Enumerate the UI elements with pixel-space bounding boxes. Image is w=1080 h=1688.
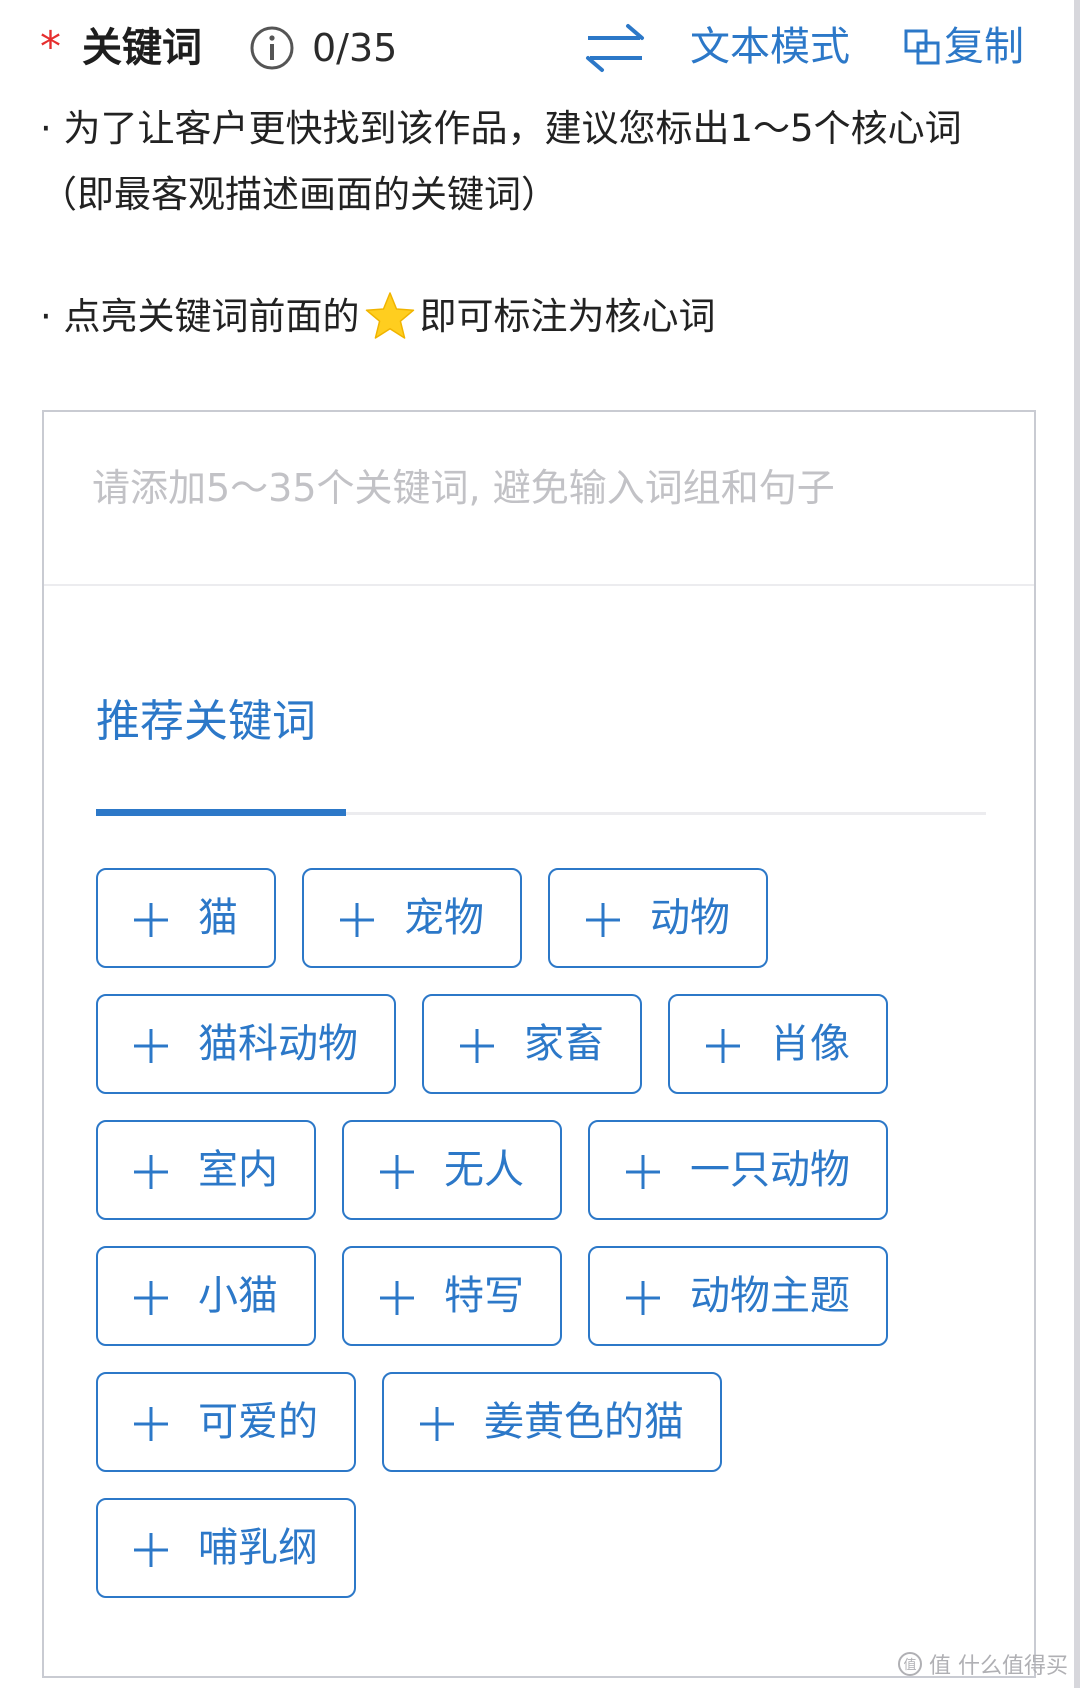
keyword-tag-label: 宠物: [404, 895, 484, 941]
required-mark: *: [40, 22, 61, 71]
keyword-tag-button[interactable]: 室内: [96, 1120, 316, 1220]
keyword-tag-label: 肖像: [770, 1021, 850, 1067]
copy-icon: [902, 27, 942, 67]
watermark: 值 值 什么值得买: [897, 1648, 1068, 1680]
watermark-text: 值 什么值得买: [929, 1654, 1068, 1679]
plus-icon: [420, 1405, 454, 1441]
plus-icon: [460, 1027, 494, 1063]
plus-icon: [134, 1027, 168, 1063]
keyword-tag-button[interactable]: 猫: [96, 868, 276, 968]
site-logo-icon: 值: [897, 1651, 923, 1677]
keyword-tag-button[interactable]: 姜黄色的猫: [382, 1372, 722, 1472]
plus-icon: [134, 1279, 168, 1315]
keyword-tag-label: 猫科动物: [198, 1021, 358, 1067]
keyword-tag-button[interactable]: 肖像: [668, 994, 888, 1094]
star-tip-after: 即可标注为核心词: [419, 295, 716, 338]
keyword-tag-button[interactable]: 宠物: [302, 868, 522, 968]
keyword-tag-label: 可爱的: [198, 1399, 318, 1445]
copy-label: 复制: [944, 24, 1024, 70]
copy-button[interactable]: 复制: [902, 20, 1024, 74]
keyword-tag-button[interactable]: 动物: [548, 868, 768, 968]
keyword-tag-button[interactable]: 特写: [342, 1246, 562, 1346]
keyword-tag-button[interactable]: 可爱的: [96, 1372, 356, 1472]
keyword-tag-label: 动物: [650, 895, 730, 941]
keyword-tag-label: 无人: [444, 1147, 524, 1193]
keyword-tag-label: 小猫: [198, 1273, 278, 1319]
keyword-tag-button[interactable]: 哺乳纲: [96, 1498, 356, 1598]
keyword-tag-button[interactable]: 家畜: [422, 994, 642, 1094]
keyword-tag-button[interactable]: 小猫: [96, 1246, 316, 1346]
core-keyword-tip: · 为了让客户更快找到该作品，建议您标出1～5个核心词（即最客观描述画面的关键词…: [40, 107, 962, 216]
keyword-input[interactable]: [92, 452, 992, 524]
info-circle-icon[interactable]: [248, 24, 296, 72]
plus-icon: [340, 901, 374, 937]
keyword-tag-label: 家畜: [524, 1021, 604, 1067]
plus-icon: [134, 901, 168, 937]
keyword-tag-label: 猫: [198, 895, 238, 941]
tab-active-indicator: [96, 809, 346, 816]
keyword-tag-label: 姜黄色的猫: [484, 1399, 684, 1445]
plus-icon: [626, 1279, 660, 1315]
keyword-tag-button[interactable]: 一只动物: [588, 1120, 888, 1220]
star-tip: · 点亮关键词前面的 即可标注为核心词: [40, 284, 1000, 350]
plus-icon: [626, 1153, 660, 1189]
keyword-count: 0/35: [312, 26, 398, 70]
keyword-tag-label: 室内: [198, 1147, 278, 1193]
plus-icon: [134, 1531, 168, 1567]
star-icon: [362, 289, 418, 345]
keyword-panel: 推荐关键词 猫 宠物 动物猫科动物 家畜 肖像室内 无人 一只动物小猫 特写 动物主题可爱的 姜黄…: [42, 410, 1036, 1678]
keyword-tag-button[interactable]: 动物主题: [588, 1246, 888, 1346]
keyword-tag-button[interactable]: 猫科动物: [96, 994, 396, 1094]
plus-icon: [586, 901, 620, 937]
plus-icon: [380, 1153, 414, 1189]
star-tip-before: · 点亮关键词前面的: [40, 295, 360, 338]
keyword-tag-label: 特写: [444, 1273, 524, 1319]
swap-arrows-icon[interactable]: [584, 20, 646, 76]
keyword-title: 关键词: [82, 25, 202, 71]
keyword-tag-label: 一只动物: [690, 1147, 850, 1193]
plus-icon: [380, 1279, 414, 1315]
keyword-header: * 关键词 0/35 文本模式 复制: [40, 16, 1040, 80]
keyword-tag-button[interactable]: 无人: [342, 1120, 562, 1220]
keyword-editor-page: * 关键词 0/35 文本模式 复制 · 为了让客户更快找到该作品，建议您标出1…: [0, 0, 1080, 1688]
text-mode-link[interactable]: 文本模式: [690, 20, 850, 74]
plus-icon: [134, 1405, 168, 1441]
recommended-tag-list: 猫 宠物 动物猫科动物 家畜 肖像室内 无人 一只动物小猫 特写 动物主题可爱的 姜黄色的猫哺乳纲: [96, 868, 986, 1598]
keyword-tag-label: 哺乳纲: [198, 1525, 318, 1571]
svg-text:值: 值: [903, 1657, 916, 1673]
keyword-tag-label: 动物主题: [690, 1273, 850, 1319]
plus-icon: [706, 1027, 740, 1063]
scrollbar-track: [1074, 0, 1080, 1688]
plus-icon: [134, 1153, 168, 1189]
keyword-input-area: [44, 412, 1034, 586]
tab-recommended-keywords[interactable]: 推荐关键词: [96, 692, 316, 752]
